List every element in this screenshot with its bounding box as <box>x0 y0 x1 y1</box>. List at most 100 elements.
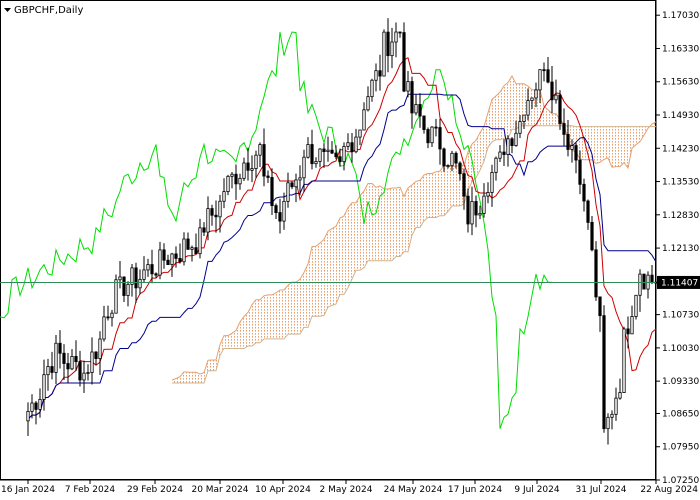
candle-body <box>346 142 350 147</box>
candle-body <box>406 81 410 92</box>
candle-body <box>278 212 282 222</box>
candle-body <box>210 208 214 216</box>
candle-body <box>134 267 138 289</box>
candle-body <box>614 397 618 415</box>
candle-body <box>330 149 334 154</box>
y-tick-label: 1.12830 <box>662 211 699 221</box>
triangle-down-icon[interactable] <box>4 8 11 12</box>
candle-body <box>302 156 306 179</box>
candle-body <box>610 413 614 418</box>
candle-body <box>578 159 582 185</box>
candle-body <box>374 70 378 81</box>
candle-body <box>154 273 158 276</box>
x-tick-label: 7 Feb 2024 <box>65 485 116 495</box>
candle-body <box>290 182 294 188</box>
candle-body <box>306 144 310 158</box>
candle-body <box>638 273 642 296</box>
candle-body <box>378 70 382 77</box>
candle-body <box>150 264 154 275</box>
candle-body <box>98 338 102 359</box>
candle-body <box>142 269 146 280</box>
candle-body <box>354 136 358 153</box>
candle-body <box>574 145 578 161</box>
candle-body <box>530 97 534 101</box>
candle-body <box>542 69 546 72</box>
ichimoku-lines <box>0 31 657 429</box>
candle-body <box>258 144 262 156</box>
candle-body <box>202 227 206 233</box>
candle-body <box>598 296 602 317</box>
candle-body <box>422 115 426 130</box>
price-chart[interactable]: 1.17030 1.16330 1.15630 1.14930 1.14230 1.135… <box>0 0 700 500</box>
candle-body <box>402 32 406 92</box>
candle-body <box>322 148 326 152</box>
candle-body <box>494 157 498 173</box>
candle-body <box>102 316 106 340</box>
candle-body <box>254 154 258 169</box>
candle-body <box>622 328 626 393</box>
candle-body <box>538 69 542 91</box>
x-tick-label: 16 Jan 2024 <box>1 485 55 495</box>
candle-body <box>518 121 522 134</box>
x-tick-label: 10 Apr 2024 <box>255 485 311 495</box>
candle-body <box>334 152 338 158</box>
candle-body <box>522 114 526 122</box>
candle-body <box>558 94 562 124</box>
candle-body <box>294 179 298 188</box>
candle-body <box>162 249 166 261</box>
x-tick-label: 2 May 2024 <box>320 485 373 495</box>
candle-body <box>90 351 94 373</box>
candle-body <box>618 392 622 399</box>
candle-body <box>282 200 286 222</box>
candle-body <box>46 366 50 376</box>
candle-body <box>30 402 34 412</box>
candle-body <box>146 264 150 271</box>
candle-body <box>554 94 558 101</box>
candle-body <box>342 145 346 163</box>
candle-body <box>198 227 202 255</box>
candle-body <box>562 123 566 135</box>
symbol-label: GBPCHF,Daily <box>14 5 83 16</box>
candle-body <box>138 278 142 289</box>
x-tick-label: 20 Mar 2024 <box>191 485 248 495</box>
candle-body <box>590 221 594 251</box>
candle-body <box>50 366 54 373</box>
candle-body <box>298 177 302 181</box>
x-tick-label: 17 Jun 2024 <box>448 485 502 495</box>
candle-body <box>86 372 90 374</box>
candle-body <box>482 195 486 214</box>
candle-body <box>218 200 222 218</box>
ichimoku-cloud <box>172 76 656 383</box>
candle-body <box>126 283 130 296</box>
candle-body <box>238 177 242 185</box>
candle-body <box>174 253 178 259</box>
candle-body <box>70 356 74 370</box>
candle-body <box>362 109 366 131</box>
candle-body <box>394 31 398 43</box>
candle-body <box>634 294 638 317</box>
candle-body <box>386 31 390 57</box>
candle-body <box>74 356 78 363</box>
candle-body <box>62 352 66 364</box>
candle-body <box>566 133 570 150</box>
candle-body <box>58 342 62 354</box>
candle-body <box>502 151 506 155</box>
candle-body <box>130 267 134 285</box>
candle-body <box>190 247 194 250</box>
candle-body <box>450 152 454 167</box>
candle-body <box>338 156 342 163</box>
candle-body <box>246 162 250 171</box>
candle-body <box>586 200 590 223</box>
symbol-header[interactable]: GBPCHF,Daily <box>4 5 83 16</box>
candle-body <box>466 195 470 225</box>
candle-body <box>630 316 634 335</box>
candle-body <box>186 238 190 250</box>
candle-body <box>26 410 30 422</box>
candle-body <box>158 249 162 276</box>
candle-body <box>314 161 318 165</box>
candle-body <box>54 342 58 373</box>
candle-body <box>510 138 514 146</box>
candle-body <box>446 165 450 168</box>
candle-body <box>262 144 266 177</box>
y-tick-label: 1.09330 <box>662 377 699 387</box>
